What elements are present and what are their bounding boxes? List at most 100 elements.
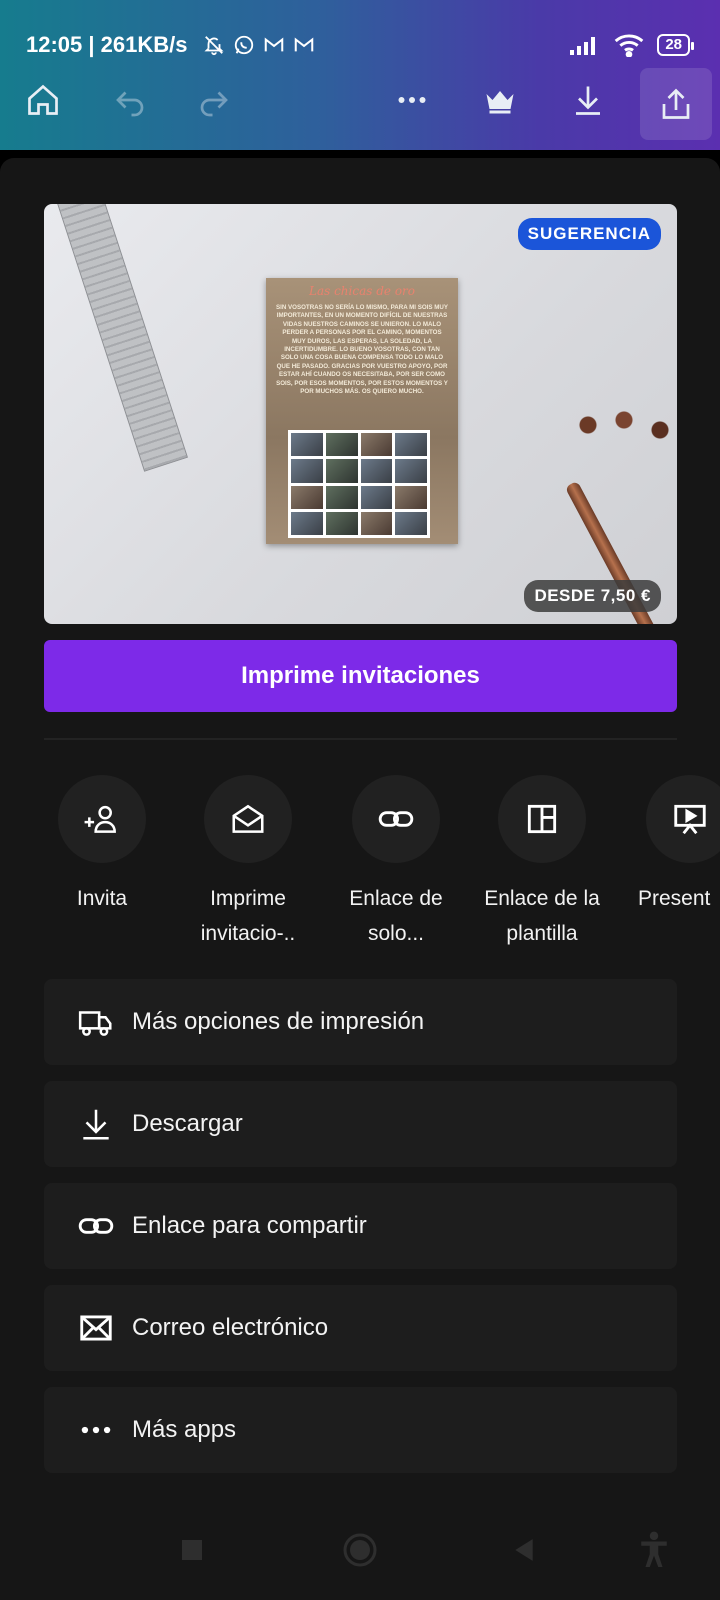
suggestion-badge: SUGERENCIA — [517, 218, 661, 250]
add-people-icon — [84, 805, 116, 833]
list-item-label: Enlace para compartir — [132, 1212, 367, 1239]
list-item-icon — [76, 1206, 116, 1246]
photo — [360, 459, 393, 483]
list-item-label: Más opciones de impresión — [132, 1008, 425, 1035]
back-button[interactable] — [496, 1522, 552, 1578]
system-nav-bar — [0, 1500, 720, 1600]
square-icon — [182, 1540, 202, 1560]
card-text: Sin vosotras no sería lo mismo, para mi … — [276, 304, 449, 396]
more-icon — [398, 97, 426, 103]
quick-action-print-invitations[interactable]: Imprime invitacio-.. — [183, 775, 313, 951]
signal-icon — [570, 37, 596, 55]
coffee-beans-decoration — [564, 400, 677, 450]
list-item-label: Descargar — [132, 1110, 243, 1137]
quick-action-label: Present — [638, 887, 711, 910]
quick-action-circle — [498, 775, 586, 863]
photo — [325, 459, 358, 483]
quick-action-invite[interactable]: Invita — [37, 775, 167, 916]
template-icon — [527, 804, 557, 834]
premium-button[interactable] — [474, 74, 526, 126]
truck-icon — [78, 1011, 112, 1036]
email-item[interactable]: Correo electrónico — [44, 1285, 677, 1371]
bell-off-icon — [204, 36, 225, 56]
recents-button[interactable] — [164, 1522, 220, 1578]
share-link-item[interactable]: Enlace para compartir — [44, 1183, 677, 1269]
photo — [291, 485, 323, 509]
quick-action-label: Enlace de la plantilla — [484, 887, 600, 945]
quick-action-view-only-link[interactable]: Enlace de solo... — [331, 775, 461, 951]
quick-action-label: Imprime invitacio-.. — [200, 887, 296, 945]
gmail-icon — [265, 37, 284, 52]
back-triangle-icon — [515, 1539, 533, 1561]
more-icon — [81, 1426, 111, 1434]
photo — [325, 433, 358, 457]
crown-icon — [486, 91, 514, 114]
app-header: 12:05 | 261KB/s 28 — [0, 0, 720, 150]
undo-button[interactable] — [104, 74, 156, 126]
quick-action-circle — [58, 775, 146, 863]
quick-action-label: Enlace de solo... — [349, 887, 443, 945]
status-bar: 12:05 | 261KB/s 28 — [26, 30, 694, 60]
price-badge: DESDE 7,50 € — [524, 580, 661, 612]
list-item-icon — [76, 1410, 116, 1450]
list-item-label: Más apps — [132, 1416, 237, 1443]
download-icon — [83, 1109, 109, 1140]
share-button[interactable] — [640, 68, 712, 140]
wifi-icon — [615, 34, 644, 57]
home-nav-button[interactable] — [332, 1522, 388, 1578]
editor-toolbar — [0, 68, 720, 140]
photo-grid — [288, 430, 430, 538]
quick-action-circle — [204, 775, 292, 863]
mail-icon — [80, 1315, 112, 1341]
photo — [325, 511, 358, 535]
link-icon — [378, 811, 414, 827]
section-divider — [44, 738, 677, 740]
accessibility-icon — [641, 1531, 667, 1567]
photo — [395, 485, 427, 509]
home-button[interactable] — [17, 74, 69, 126]
quick-action-circle — [352, 775, 440, 863]
gmail-icon-2 — [295, 37, 314, 52]
photo — [291, 511, 323, 535]
photo — [360, 511, 393, 535]
quick-action-label: Invita — [76, 887, 128, 910]
ruler-decoration — [54, 204, 188, 472]
list-item-icon — [76, 1104, 116, 1144]
more-options-button[interactable] — [386, 74, 438, 126]
redo-icon — [200, 91, 228, 117]
quick-action-template-link[interactable]: Enlace de la plantilla — [477, 775, 607, 951]
link-icon — [78, 1218, 114, 1234]
status-time: 12:05 | 261KB/s — [26, 32, 188, 57]
card-title: Las chicas de oro — [308, 284, 415, 298]
quick-action-circle — [646, 775, 720, 863]
print-preview-image[interactable]: Las chicas de oro Sin vosotras no sería … — [44, 204, 677, 624]
list-item-icon — [76, 1002, 116, 1042]
download-item[interactable]: Descargar — [44, 1081, 677, 1167]
photo — [395, 433, 427, 457]
photo — [325, 485, 358, 509]
whatsapp-icon — [235, 35, 254, 55]
presentation-icon — [674, 804, 706, 835]
photo — [291, 433, 323, 457]
undo-icon — [116, 91, 144, 117]
battery-indicator: 28 — [657, 34, 694, 56]
circle-home-icon — [343, 1533, 377, 1567]
more-apps-item[interactable]: Más apps — [44, 1387, 677, 1473]
invitation-card: Las chicas de oro Sin vosotras no sería … — [266, 278, 458, 544]
photo — [395, 459, 427, 483]
download-icon — [576, 86, 600, 115]
list-item-icon — [76, 1308, 116, 1348]
download-button[interactable] — [562, 74, 614, 126]
photo — [291, 459, 323, 483]
photo — [395, 511, 427, 535]
quick-action-present[interactable]: Present — [625, 775, 720, 916]
more-print-options-item[interactable]: Más opciones de impresión — [44, 979, 677, 1065]
photo — [360, 485, 393, 509]
redo-button[interactable] — [188, 74, 240, 126]
envelope-open-icon — [232, 804, 264, 833]
print-invitations-button[interactable]: Imprime invitaciones — [44, 640, 677, 712]
accessibility-button[interactable] — [626, 1522, 682, 1578]
home-icon — [28, 84, 58, 115]
list-item-label: Correo electrónico — [132, 1314, 329, 1341]
share-icon — [662, 88, 690, 119]
